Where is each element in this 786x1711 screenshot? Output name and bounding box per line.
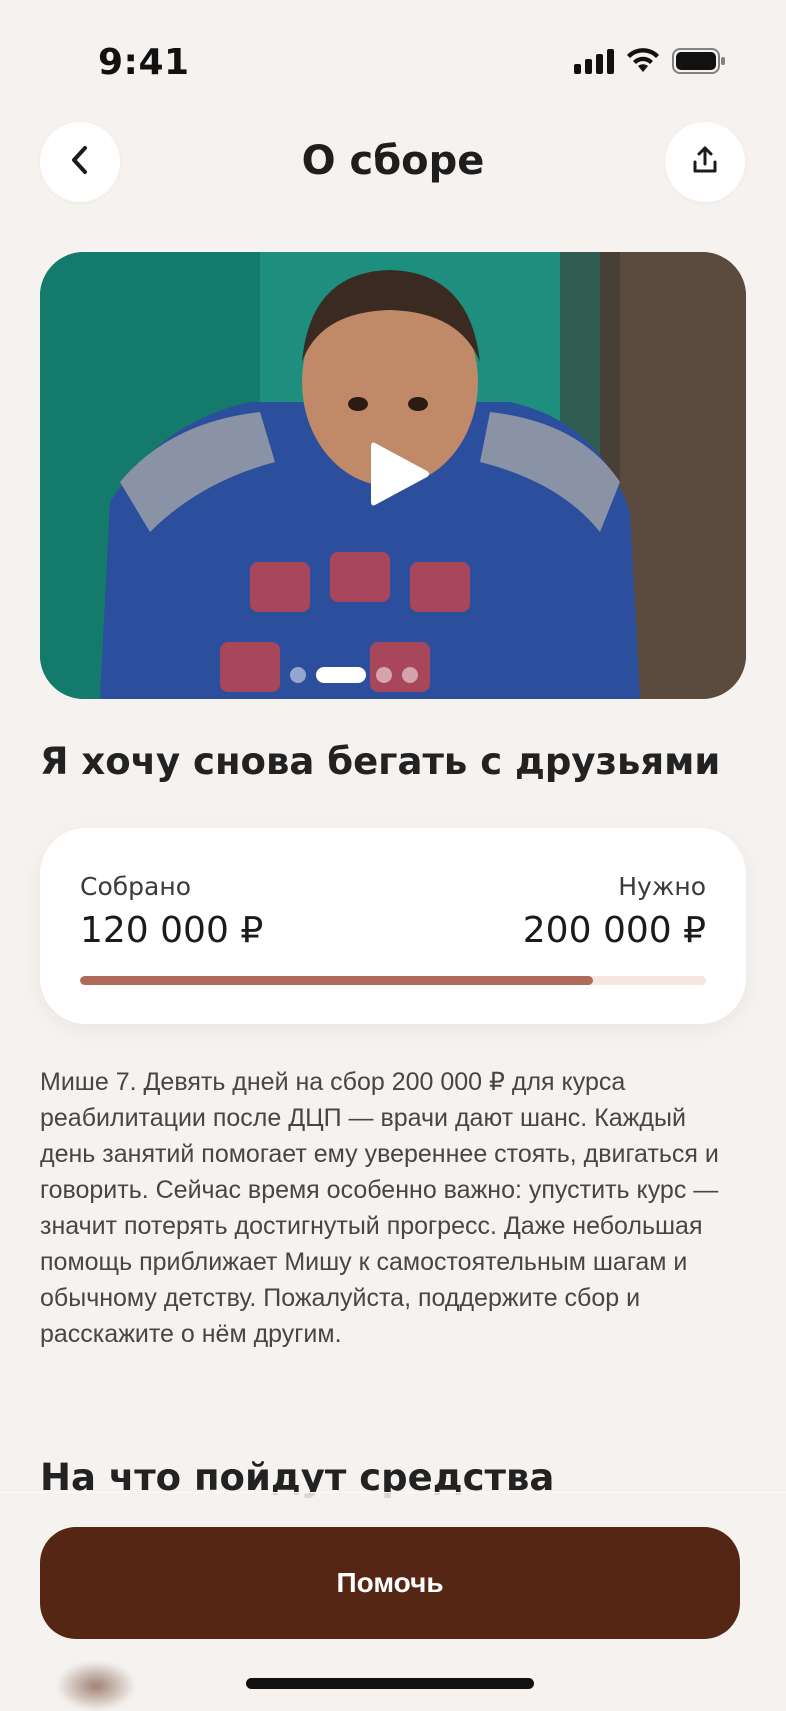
- page-title: О сборе: [301, 138, 485, 184]
- status-icons: [574, 48, 726, 74]
- carousel-dot[interactable]: [290, 667, 306, 683]
- fundraiser-headline: Я хочу снова бегать с друзьями: [40, 740, 721, 783]
- back-button[interactable]: [40, 122, 120, 202]
- status-bar: 9:41: [0, 0, 786, 120]
- wifi-icon: [626, 48, 660, 74]
- battery-icon: [672, 48, 726, 74]
- carousel-dot[interactable]: [402, 667, 418, 683]
- progress-fill: [80, 976, 594, 985]
- help-button[interactable]: Помочь: [40, 1527, 740, 1639]
- progress-track: [80, 976, 706, 985]
- play-button[interactable]: [358, 436, 438, 516]
- carousel-dot[interactable]: [376, 667, 392, 683]
- chevron-left-icon: [69, 145, 91, 179]
- blurred-thumbnail: [56, 1661, 136, 1711]
- carousel-dot-active[interactable]: [316, 667, 366, 683]
- signal-icon: [574, 48, 614, 74]
- bottom-action-bar: Помочь: [0, 1492, 786, 1711]
- progress-card: Собрано Нужно 120 000 ₽ 200 000 ₽: [40, 828, 746, 1024]
- needed-label: Нужно: [618, 872, 706, 901]
- status-time: 9:41: [98, 42, 190, 83]
- share-icon: [691, 145, 719, 179]
- share-button[interactable]: [665, 122, 745, 202]
- fundraiser-description: Мише 7. Девять дней на сбор 200 000 ₽ дл…: [40, 1068, 719, 1348]
- play-icon: [361, 437, 435, 515]
- hero-media[interactable]: [40, 252, 746, 699]
- collected-value: 120 000 ₽: [80, 910, 264, 951]
- needed-value: 200 000 ₽: [522, 910, 706, 951]
- home-indicator[interactable]: [246, 1678, 534, 1689]
- header: О сборе: [0, 122, 786, 206]
- carousel-dots: [290, 667, 418, 683]
- collected-label: Собрано: [80, 872, 191, 901]
